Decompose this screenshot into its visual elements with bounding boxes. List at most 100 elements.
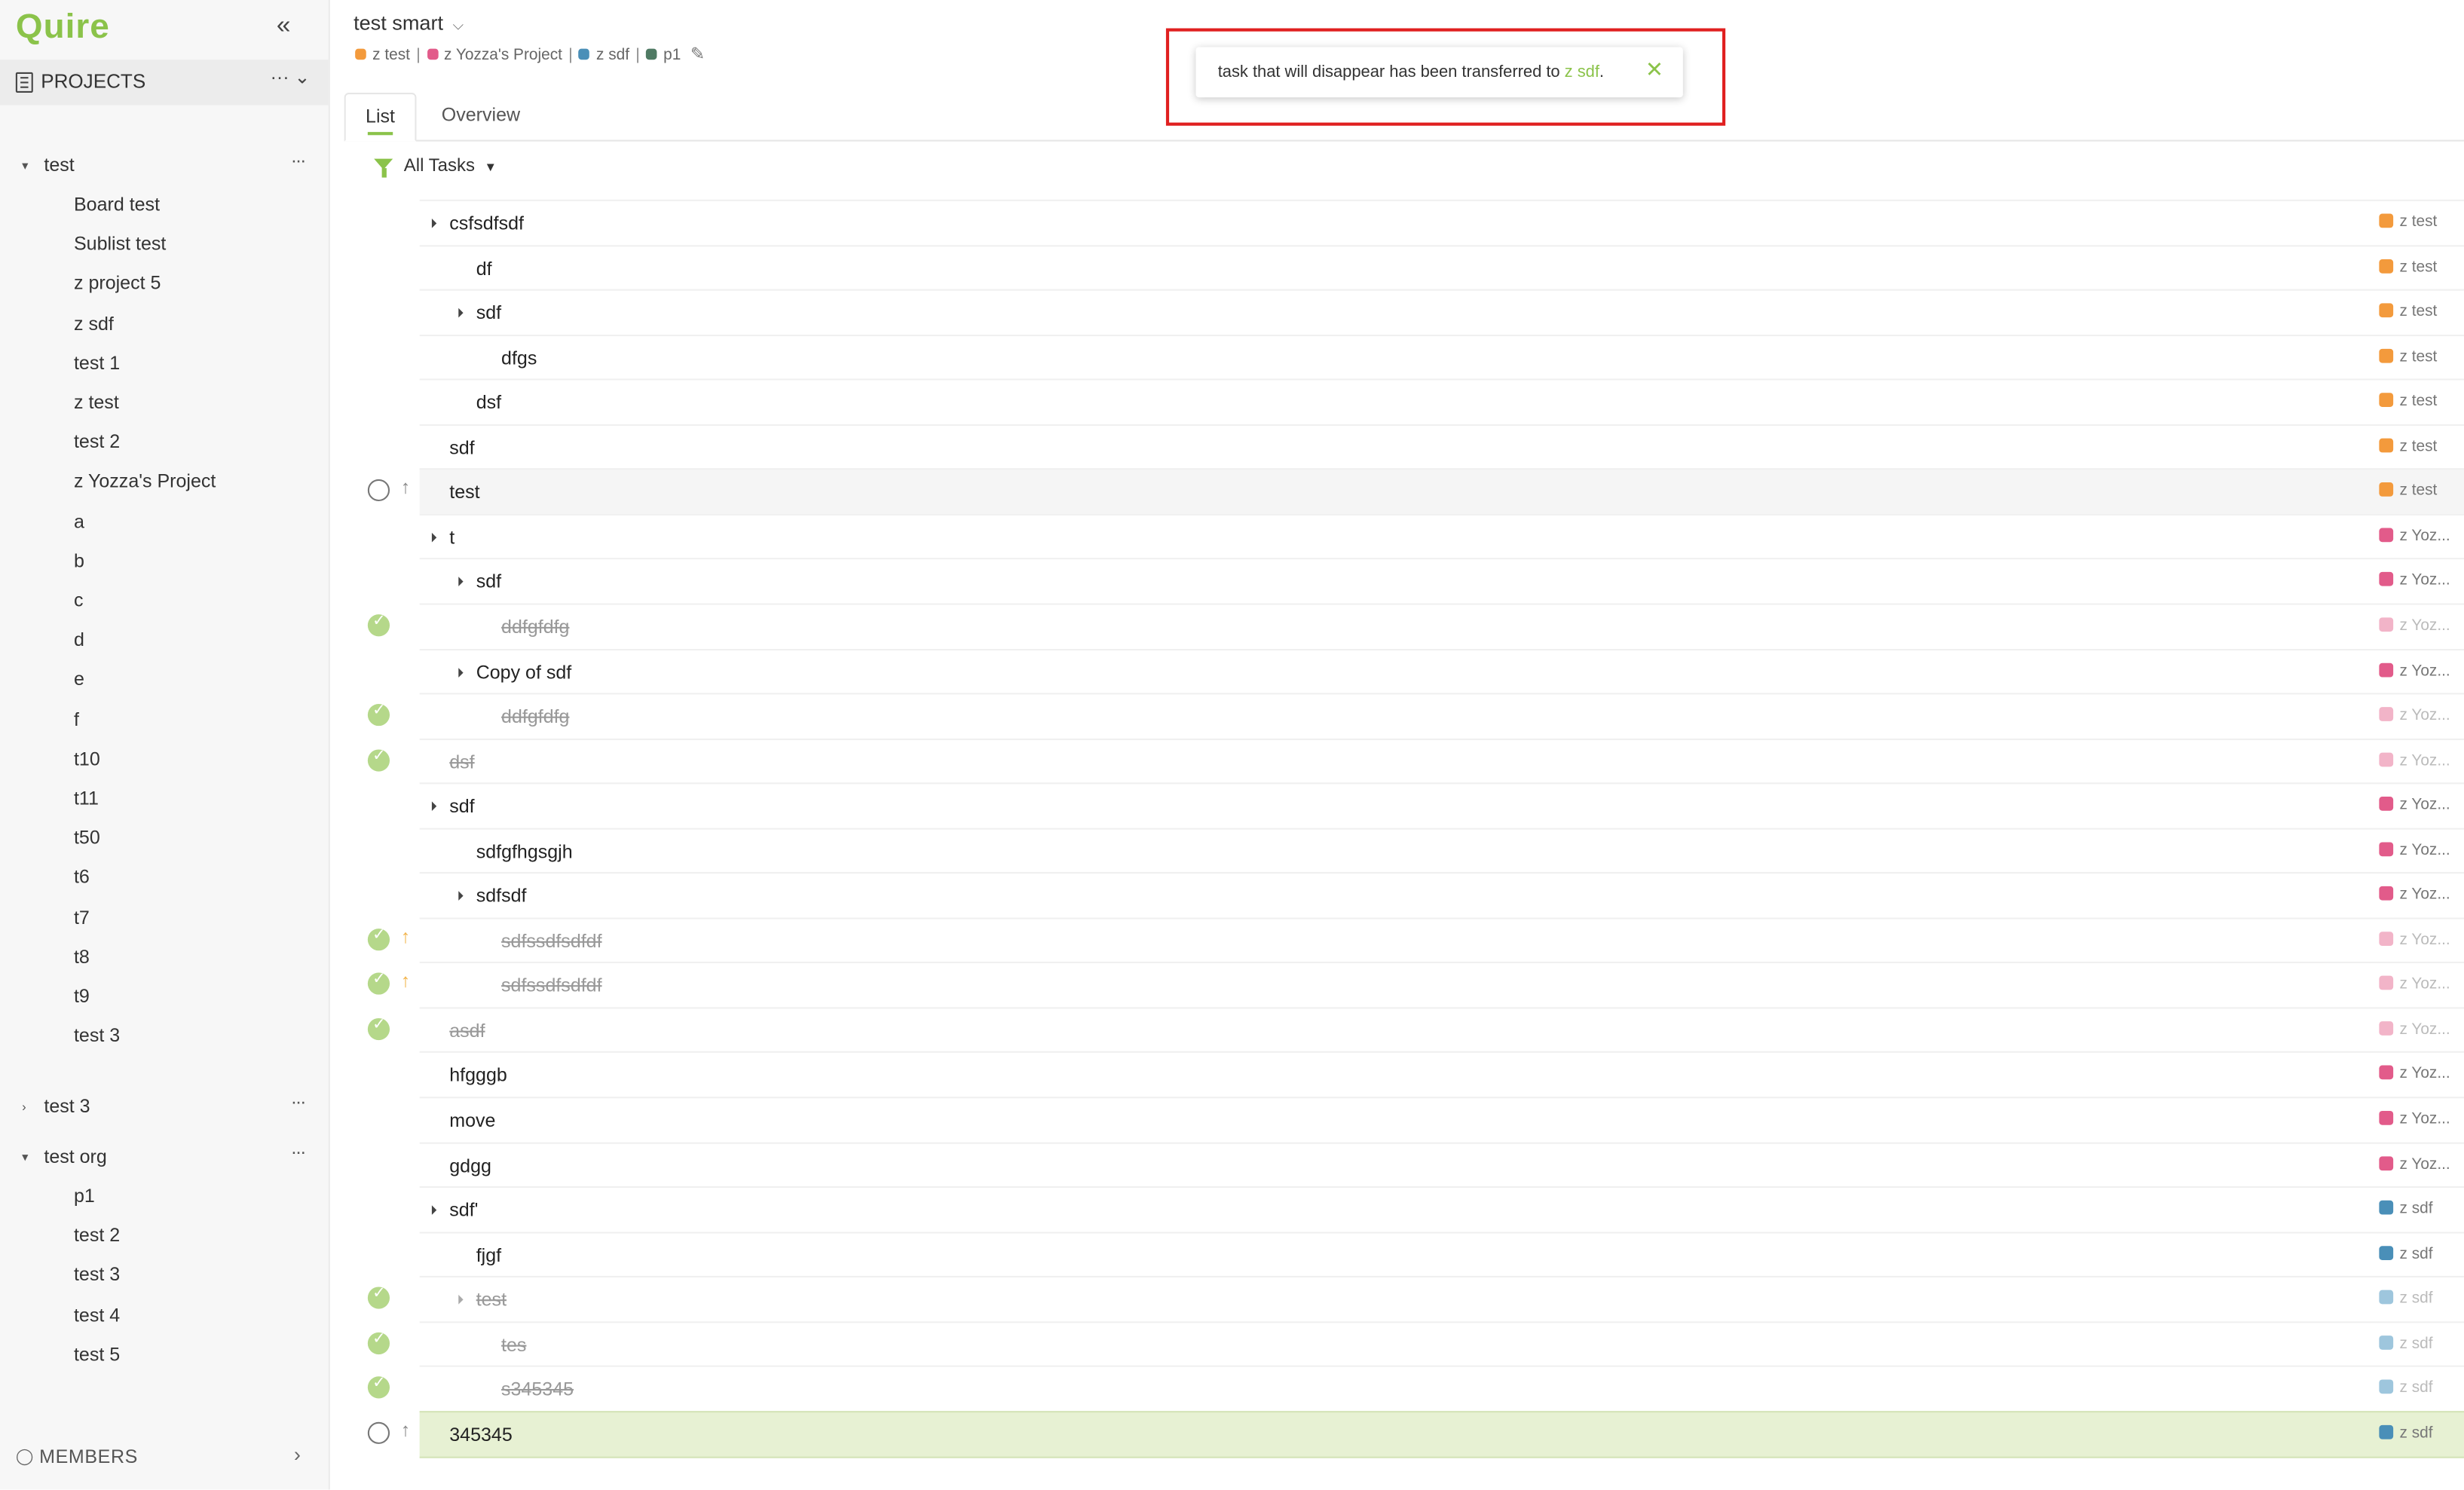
task-project-tag[interactable]: z sdf [2379,1424,2433,1443]
task-row[interactable]: ◢ t z Yoz... [419,513,2464,558]
task-name[interactable]: test [476,1289,507,1311]
completed-check-icon[interactable] [367,613,390,637]
expand-caret-icon[interactable]: ◢ [452,665,464,678]
sidebar-item[interactable]: b [74,549,84,571]
task-name[interactable]: asdf [449,1020,485,1042]
projects-more-icon[interactable]: ··· ⌄ [271,66,311,88]
completed-check-icon[interactable] [367,1286,390,1310]
task-row[interactable]: ◢ sdf z Yoz... [419,558,2464,604]
sidebar-item[interactable]: z project 5 [74,272,161,294]
task-name[interactable]: dsf [476,392,501,414]
sidebar-item[interactable]: test 3 [74,1025,120,1047]
app-logo[interactable]: Quire [16,6,110,47]
task-name[interactable]: dsf [449,751,474,773]
task-project-tag[interactable]: z test [2379,303,2437,320]
task-row[interactable]: 345345 z sdf [419,1410,2464,1458]
sidebar-item[interactable]: test 4 [74,1304,120,1326]
task-project-tag[interactable]: z test [2379,438,2437,455]
task-row[interactable]: dfgs z test [419,334,2464,379]
task-name[interactable]: t [449,526,455,548]
task-row[interactable]: ◢ test z sdf [419,1276,2464,1321]
task-project-tag[interactable]: z test [2379,259,2437,276]
task-row[interactable]: dsf z Yoz... [419,738,2464,783]
task-name[interactable]: sdfsdf [476,885,527,907]
task-project-tag[interactable]: z Yoz... [2379,1110,2450,1128]
sidebar-group-test[interactable]: ▾ test ··· [0,149,329,184]
completed-check-icon[interactable] [367,1017,390,1040]
task-row[interactable]: ◢ Copy of sdf z Yoz... [419,647,2464,693]
task-project-tag[interactable]: z Yoz... [2379,1155,2450,1173]
task-row[interactable]: gdgg z Yoz... [419,1141,2464,1187]
task-row[interactable]: df z test [419,244,2464,289]
task-name[interactable]: 345345 [449,1424,512,1446]
sidebar-item[interactable]: t6 [74,867,90,889]
completed-check-icon[interactable] [367,971,390,996]
task-project-tag[interactable]: z Yoz... [2379,751,2450,769]
projects-header[interactable]: PROJECTS ··· ⌄ [0,60,329,106]
task-name[interactable]: dfgs [501,347,537,369]
caret-right-icon[interactable]: › [22,1100,26,1114]
task-project-tag[interactable]: z test [2379,348,2437,366]
task-row[interactable]: ddfgfdfg z Yoz... [419,693,2464,738]
task-project-tag[interactable]: z Yoz... [2379,572,2450,590]
sidebar-item[interactable]: t8 [74,946,90,968]
task-name[interactable]: move [449,1109,495,1131]
task-project-tag[interactable]: z sdf [2379,1335,2433,1352]
more-icon[interactable]: ··· [291,149,307,171]
task-row[interactable]: ddfgfdfg z Yoz... [419,603,2464,648]
sidebar-item[interactable]: Sublist test [74,233,166,255]
task-row[interactable]: fjgf z sdf [419,1231,2464,1277]
expand-caret-icon[interactable]: ◢ [452,1294,464,1306]
task-row[interactable]: dsf z test [419,378,2464,424]
sidebar-item[interactable]: d [74,629,84,650]
task-project-tag[interactable]: z Yoz... [2379,1066,2450,1083]
task-project-tag[interactable]: z test [2379,213,2437,231]
expand-caret-icon[interactable]: ◢ [426,800,438,812]
completed-check-icon[interactable] [367,702,390,727]
task-name[interactable]: sdfssdfsdfdf [501,974,601,996]
completed-check-icon[interactable] [367,1330,390,1354]
breadcrumb-project[interactable]: z sdf [596,47,629,65]
task-name[interactable]: sdf [476,301,501,323]
task-project-tag[interactable]: z sdf [2379,1380,2433,1397]
completed-check-icon[interactable] [367,1375,390,1400]
in-progress-icon[interactable] [368,839,390,861]
in-progress-icon[interactable] [368,794,390,815]
members-section[interactable]: ◯ MEMBERS › [0,1440,329,1477]
task-name[interactable]: gdgg [449,1154,491,1176]
task-project-tag[interactable]: z Yoz... [2379,1020,2450,1039]
toast-project-link[interactable]: z sdf [1565,63,1599,81]
task-project-tag[interactable]: z test [2379,482,2437,500]
task-project-tag[interactable]: z Yoz... [2379,528,2450,545]
task-row[interactable]: ◢ sdf' z sdf [419,1186,2464,1231]
task-name[interactable]: sdf [476,571,501,593]
task-row[interactable]: sdfssdfsdfdf z Yoz... [419,962,2464,1008]
task-checkbox[interactable] [367,479,390,502]
sidebar-item[interactable]: z sdf [74,312,114,334]
expand-caret-icon[interactable]: ◢ [426,531,438,543]
sidebar-item[interactable]: z test [74,391,119,413]
edit-pencil-icon[interactable]: ✎ [690,45,705,64]
task-row[interactable]: ◢ sdf z test [419,289,2464,335]
task-name[interactable]: hfgggb [449,1064,507,1086]
sidebar-item[interactable]: t9 [74,985,90,1007]
sidebar-item[interactable]: t10 [74,748,100,769]
sidebar-item[interactable]: p1 [74,1185,95,1207]
task-project-tag[interactable]: z Yoz... [2379,841,2450,859]
task-row[interactable]: asdf z Yoz... [419,1007,2464,1052]
task-name[interactable]: sdf [449,795,474,817]
sidebar-item[interactable]: t11 [74,787,99,809]
task-project-tag[interactable]: z Yoz... [2379,797,2450,814]
breadcrumb-project[interactable]: p1 [663,47,681,65]
expand-caret-icon[interactable]: ◢ [452,890,464,902]
close-icon[interactable]: ✕ [1645,57,1664,83]
collapse-sidebar-icon[interactable]: « [277,13,291,41]
task-row[interactable]: ◢ csfsdfsdf z test [419,199,2464,245]
chevron-right-icon[interactable]: › [294,1443,301,1466]
sidebar-item[interactable]: Board test [74,193,160,215]
task-name[interactable]: sdf [449,436,474,458]
sidebar-item[interactable]: test 2 [74,431,120,453]
task-name[interactable]: sdfssdfsdfdf [501,930,601,952]
tab-overview[interactable]: Overview [426,93,536,138]
sidebar-group-test-org[interactable]: ▾ test org ··· [0,1141,329,1176]
